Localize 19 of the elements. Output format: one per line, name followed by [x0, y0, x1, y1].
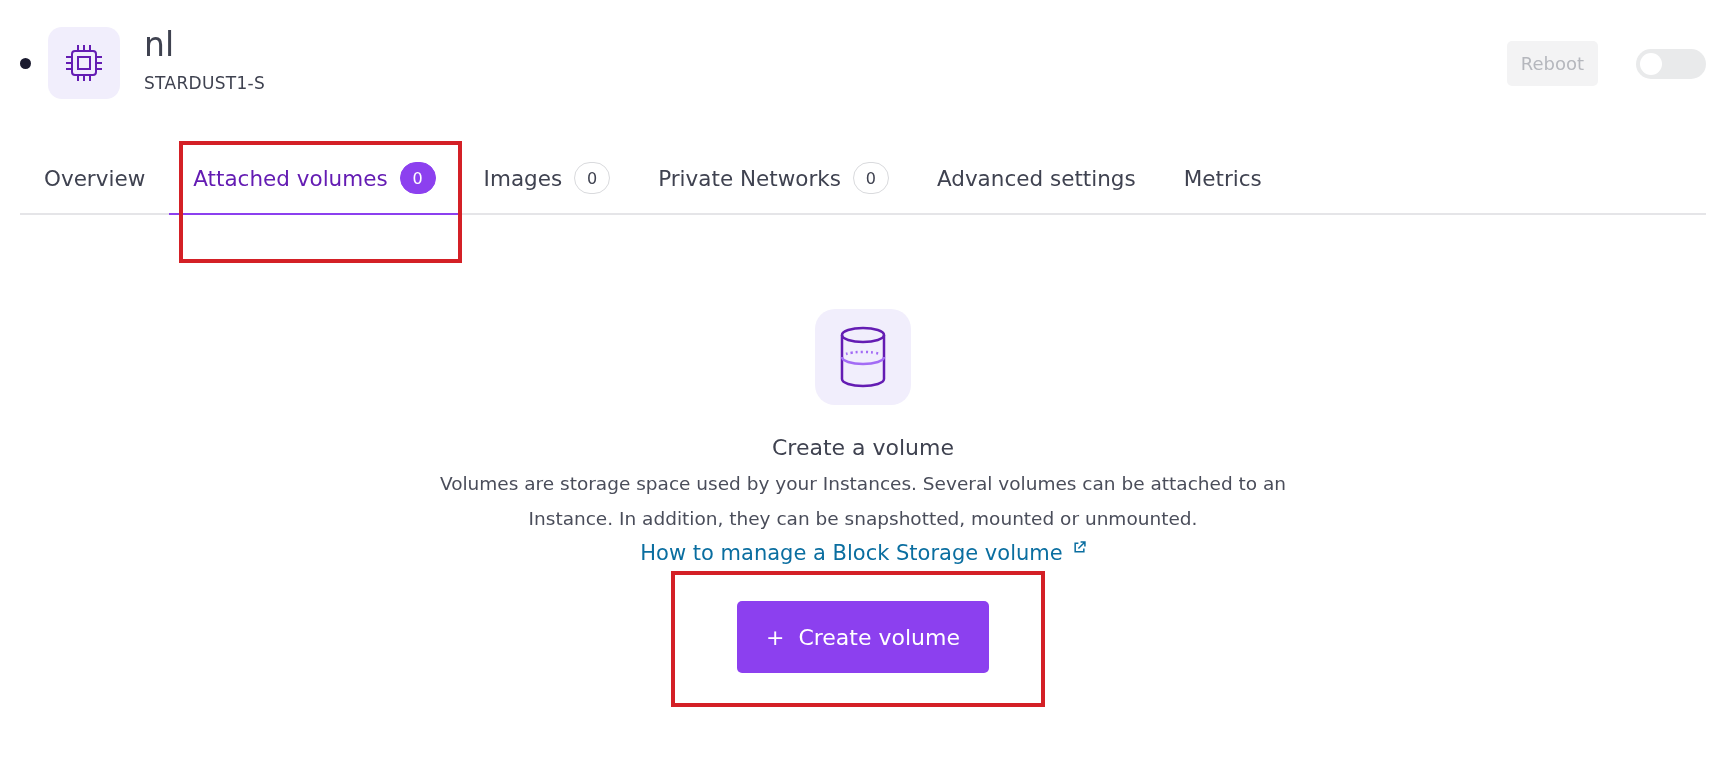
- count-badge: 0: [852, 162, 889, 194]
- tab[interactable]: Metrics: [1159, 143, 1286, 215]
- tab[interactable]: Overview: [20, 143, 170, 215]
- empty-state-title: Create a volume: [771, 435, 955, 460]
- count-badge: 0: [399, 162, 436, 194]
- instance-name: nl: [144, 27, 176, 63]
- tab[interactable]: Attached volumes 0: [169, 143, 460, 215]
- tab[interactable]: Advanced settings: [912, 143, 1160, 215]
- help-link[interactable]: How to manage a Block Storage volume: [640, 541, 1086, 565]
- cpu-chip-icon: [48, 27, 120, 99]
- external-link-icon: [1072, 541, 1086, 554]
- empty-state-description: Volumes are storage space used by your Instances. Several volumes can be attached to an Instance. In addition, they can be snapshotted, mounted or unmounted. How to manage a Block Storage volume: [438, 472, 1288, 567]
- tab[interactable]: Images 0: [459, 143, 635, 215]
- instance-type: STARDUST1-S: [144, 73, 266, 93]
- status-dot: [20, 58, 31, 69]
- tab[interactable]: Private Networks 0: [634, 143, 913, 215]
- count-badge: 0: [574, 162, 611, 194]
- create-volume-button[interactable]: + Create volume: [737, 601, 989, 673]
- database-icon: [815, 309, 911, 405]
